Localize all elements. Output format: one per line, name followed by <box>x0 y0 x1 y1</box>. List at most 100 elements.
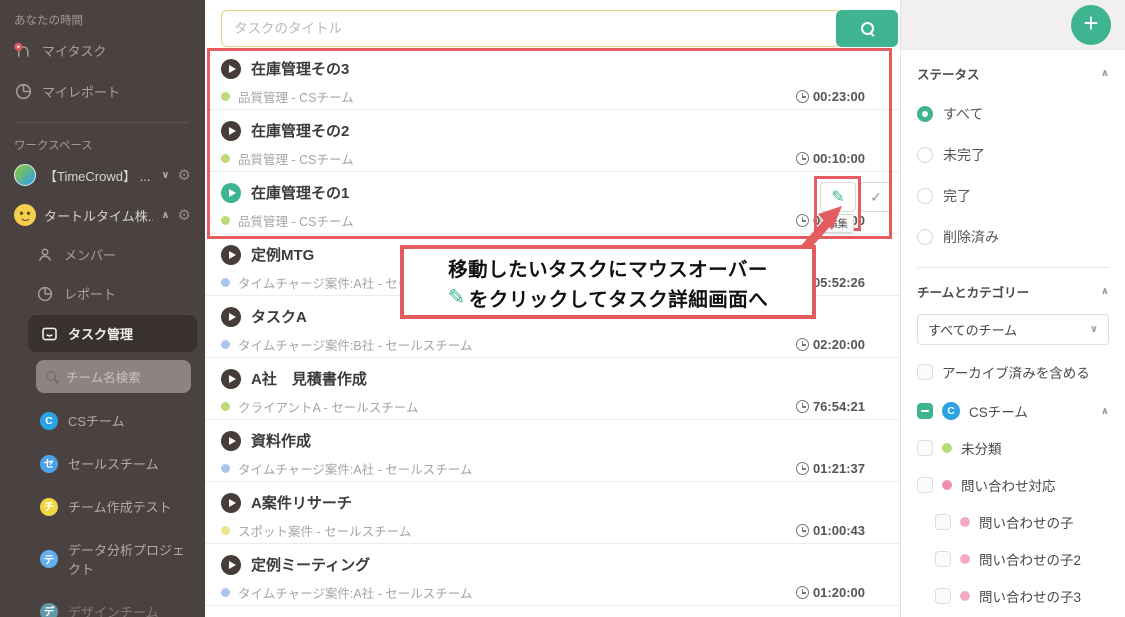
play-button[interactable] <box>221 59 241 79</box>
task-title-input[interactable] <box>221 10 841 47</box>
radio-unselected[interactable] <box>917 229 933 245</box>
checkbox-unchecked[interactable] <box>935 588 951 604</box>
play-button[interactable] <box>221 245 241 265</box>
checkbox-unchecked[interactable] <box>917 477 933 493</box>
task-title: タスクA <box>251 306 307 327</box>
sidebar-item-task-management[interactable]: タスク管理 <box>28 315 197 352</box>
status-option-label: 完了 <box>943 186 971 206</box>
sidebar-item-members[interactable]: メンバー <box>14 235 205 274</box>
task-row[interactable]: A案件リサーチスポット案件 - セールスチーム01:00:43 <box>205 482 900 544</box>
task-search-bar <box>205 0 900 48</box>
sidebar-team-item[interactable]: テデータ分析プロジェクト <box>14 528 205 590</box>
team-select-dropdown[interactable]: すべてのチーム ∨ <box>917 314 1109 345</box>
category-label: 未分類 <box>961 438 1002 458</box>
add-task-button[interactable]: + <box>1071 5 1111 45</box>
annotation-line-2: ✎ をクリックしてタスク詳細画面へ <box>448 283 769 312</box>
sidebar-team-item[interactable]: デデザインチーム <box>14 590 205 617</box>
workspace-section-label: ワークスペース <box>0 133 205 155</box>
play-icon <box>229 189 236 197</box>
play-button[interactable] <box>221 183 241 203</box>
play-button[interactable] <box>221 121 241 141</box>
category-dot <box>221 340 230 349</box>
play-button[interactable] <box>221 307 241 327</box>
chevron-up-icon[interactable]: ∧ <box>1101 286 1109 297</box>
edit-tooltip: 編集 <box>821 214 854 233</box>
sidebar-item-my-reports[interactable]: マイレポート <box>0 71 205 112</box>
task-row[interactable]: 在庫管理その2品質管理 - CSチーム00:10:00 <box>205 110 900 172</box>
task-row[interactable]: 資料作成タイムチャージ案件:A社 - セールスチーム01:21:37 <box>205 420 900 482</box>
radio-selected[interactable] <box>917 106 933 122</box>
reports-label: レポート <box>64 284 116 303</box>
category-checkbox-row[interactable]: 問い合わせの子2 <box>917 549 1109 569</box>
chevron-up-icon[interactable]: ∧ <box>161 210 169 221</box>
play-button[interactable] <box>221 555 241 575</box>
chevron-up-icon[interactable]: ∧ <box>1101 68 1109 79</box>
gear-icon[interactable]: ⚙ <box>178 208 191 223</box>
category-checkbox-row[interactable]: 未分類 <box>917 438 1109 458</box>
category-dot <box>221 216 230 225</box>
checkbox-unchecked[interactable] <box>917 364 933 380</box>
category-checkbox-row[interactable]: 問い合わせの子3 <box>917 586 1109 606</box>
sidebar-item-my-tasks[interactable]: マイタスク <box>0 30 205 71</box>
status-option-label: 削除済み <box>943 227 999 247</box>
sidebar-team-item[interactable]: セセールスチーム <box>14 442 205 485</box>
sidebar-item-reports[interactable]: レポート <box>14 274 205 313</box>
task-time: 01:21:37 <box>796 461 865 476</box>
status-option-label: 未完了 <box>943 145 985 165</box>
play-icon <box>229 437 236 445</box>
chevron-down-icon[interactable]: ∨ <box>161 170 169 181</box>
category-checkbox-row[interactable]: 問い合わせの子 <box>917 512 1109 532</box>
radio-unselected[interactable] <box>917 188 933 204</box>
task-row[interactable]: 在庫管理その1品質管理 - CSチーム00:15:00✎✓編集 <box>205 172 900 234</box>
workspace-turtletime[interactable]: タートルタイム株... ∧ ⚙ <box>0 195 205 235</box>
check-icon: ✓ <box>870 189 882 206</box>
task-category: タイムチャージ案件:A社 - セールスチーム <box>238 583 472 602</box>
sidebar-team-item[interactable]: CCSチーム <box>14 399 205 442</box>
person-icon <box>36 247 54 263</box>
task-category: 品質管理 - CSチーム <box>238 87 354 106</box>
chevron-up-icon[interactable]: ∧ <box>1101 406 1109 417</box>
play-button[interactable] <box>221 369 241 389</box>
edit-task-button[interactable]: ✎ <box>820 182 856 212</box>
workspace-avatar <box>14 164 36 186</box>
status-title: ステータス <box>917 64 980 83</box>
workspace-name: 【TimeCrowd】 ... <box>44 166 153 185</box>
team-category-section-header[interactable]: チームとカテゴリー ∧ <box>917 282 1109 301</box>
checkbox-unchecked[interactable] <box>935 514 951 530</box>
category-checkbox-row[interactable]: 問い合わせ対応 <box>917 475 1109 495</box>
status-option-row[interactable]: 未完了 <box>917 145 1109 165</box>
status-option-row[interactable]: 削除済み <box>917 227 1109 247</box>
task-management-label: タスク管理 <box>68 324 133 343</box>
status-option-row[interactable]: すべて <box>917 104 1109 124</box>
task-title: 定例ミーティング <box>251 554 370 575</box>
cs-team-filter-row[interactable]: C CSチーム ∧ <box>917 401 1109 421</box>
my-tasks-logo-icon <box>14 42 32 59</box>
play-icon <box>229 65 236 73</box>
status-option-row[interactable]: 完了 <box>917 186 1109 206</box>
task-time: 00:10:00 <box>796 151 865 166</box>
checkbox-indeterminate[interactable] <box>917 403 933 419</box>
play-icon <box>229 127 236 135</box>
task-time: 01:20:00 <box>796 585 865 600</box>
task-row[interactable]: A社 見積書作成クライアントA - セールスチーム76:54:21 <box>205 358 900 420</box>
sidebar-team-item[interactable]: チチーム作成テスト <box>14 485 205 528</box>
include-archived-checkbox-row[interactable]: アーカイブ済みを含める <box>917 362 1109 382</box>
pie-chart-icon <box>36 286 54 302</box>
chevron-down-icon: ∨ <box>1090 324 1098 335</box>
clock-icon <box>796 338 809 351</box>
status-section-header[interactable]: ステータス ∧ <box>917 64 1109 83</box>
task-time: 02:20:00 <box>796 337 865 352</box>
checkbox-unchecked[interactable] <box>917 440 933 456</box>
task-row[interactable]: 定例ミーティングタイムチャージ案件:A社 - セールスチーム 01:20:00 <box>205 544 900 606</box>
gear-icon[interactable]: ⚙ <box>178 168 191 183</box>
category-dot <box>221 92 230 101</box>
search-button[interactable] <box>836 10 898 47</box>
play-button[interactable] <box>221 493 241 513</box>
workspace-timecrowd[interactable]: 【TimeCrowd】 ... ∨ ⚙ <box>0 155 205 195</box>
radio-unselected[interactable] <box>917 147 933 163</box>
task-row[interactable]: 在庫管理その3品質管理 - CSチーム00:23:00 <box>205 48 900 110</box>
checkbox-unchecked[interactable] <box>935 551 951 567</box>
play-button[interactable] <box>221 431 241 451</box>
complete-task-button[interactable]: ✓ <box>860 182 892 212</box>
team-search-input[interactable]: チーム名検索 <box>36 360 191 393</box>
